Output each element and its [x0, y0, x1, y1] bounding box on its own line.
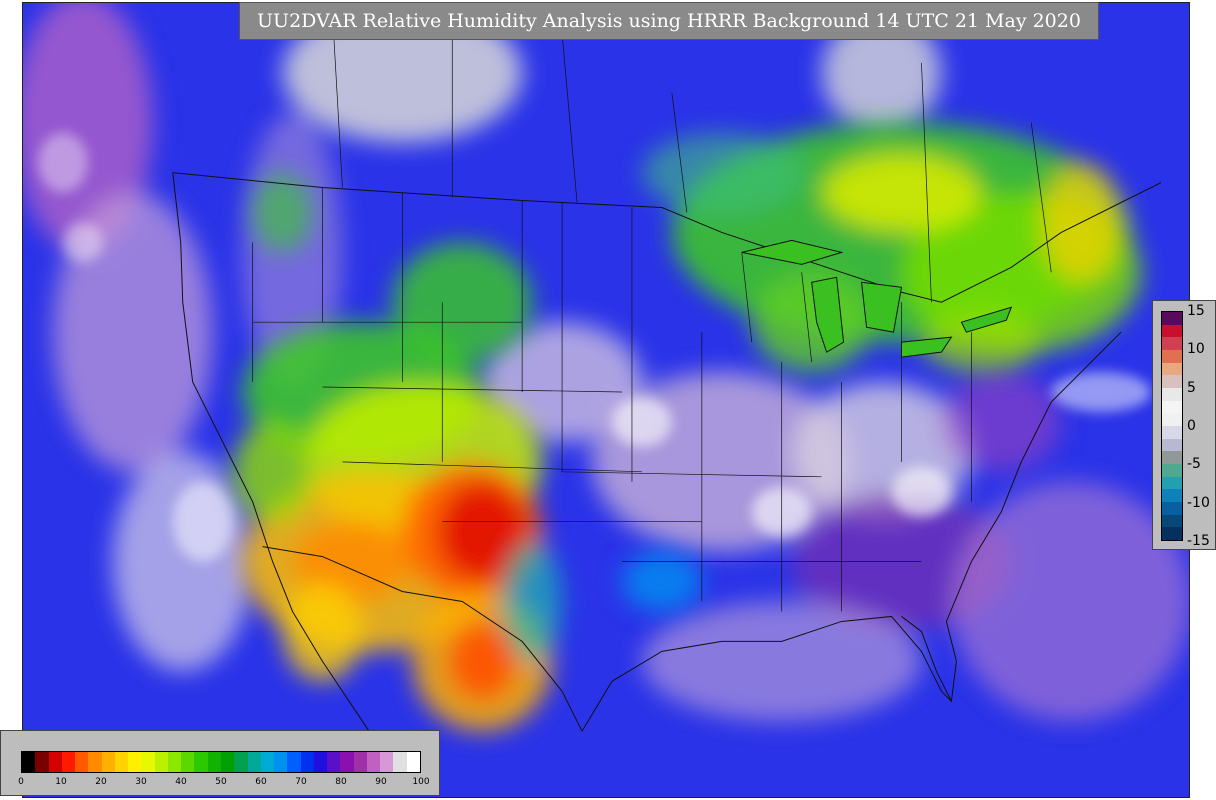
humidity-colorbar-swatch	[167, 752, 182, 772]
humidity-colorbar-swatch	[207, 752, 221, 772]
humidity-colorbar-scale	[21, 751, 421, 773]
increment-colorbar-tick: -10	[1187, 494, 1210, 511]
map-title: UU2DVAR Relative Humidity Analysis using…	[239, 2, 1099, 40]
humidity-colorbar-swatch	[141, 752, 155, 772]
humidity-map-svg	[23, 3, 1189, 797]
increment-colorbar-swatch	[1162, 362, 1182, 376]
humidity-colorbar-swatch	[220, 752, 235, 772]
increment-colorbar-swatch	[1162, 388, 1182, 401]
humidity-colorbar-swatch	[274, 752, 288, 772]
humidity-map	[22, 2, 1190, 798]
increment-colorbar-tick: 10	[1187, 341, 1205, 358]
humidity-colorbar-tick: 80	[335, 777, 347, 787]
humidity-colorbar-swatch	[287, 752, 301, 772]
humidity-colorbar-swatch	[393, 752, 407, 772]
humidity-colorbar-swatch	[260, 752, 275, 772]
increment-colorbar-swatch	[1162, 514, 1182, 528]
humidity-colorbar-swatch	[300, 752, 314, 772]
humidity-colorbar-tick: 20	[95, 777, 107, 787]
increment-colorbar-tick: 0	[1187, 418, 1196, 434]
increment-colorbar: 15 10 5 0 -5 -10 -15	[1152, 300, 1216, 550]
humidity-colorbar-swatch	[22, 752, 36, 772]
humidity-colorbar-tick: 70	[295, 777, 307, 787]
increment-colorbar-swatch	[1162, 400, 1182, 414]
humidity-colorbar-swatch	[114, 752, 129, 772]
humidity-colorbar-swatch	[327, 752, 341, 772]
humidity-colorbar-swatch	[35, 752, 49, 772]
humidity-colorbar-swatch	[313, 752, 328, 772]
increment-colorbar-tick: 15	[1187, 303, 1205, 319]
increment-colorbar-tick: -15	[1187, 533, 1210, 549]
humidity-colorbar-swatch	[154, 752, 168, 772]
humidity-colorbar-tick: 90	[375, 777, 387, 787]
humidity-colorbar-tick: 100	[412, 777, 430, 787]
increment-colorbar-swatch	[1162, 426, 1182, 439]
humidity-colorbar-tick: 50	[215, 777, 227, 787]
increment-colorbar-scale	[1161, 311, 1183, 541]
increment-colorbar-swatch	[1162, 476, 1182, 490]
humidity-colorbar-tick: 60	[255, 777, 267, 787]
increment-colorbar-swatch	[1162, 312, 1182, 325]
increment-colorbar-swatch	[1162, 324, 1182, 338]
increment-colorbar-tick: 5	[1187, 379, 1196, 396]
humidity-colorbar-swatch	[101, 752, 115, 772]
increment-colorbar-swatch	[1162, 413, 1182, 427]
humidity-field-layer	[23, 3, 1189, 797]
increment-colorbar-swatch	[1162, 451, 1182, 465]
humidity-colorbar-tick: 30	[135, 777, 147, 787]
humidity-colorbar-swatch	[181, 752, 195, 772]
humidity-colorbar-tick: 0	[18, 777, 24, 787]
humidity-colorbar-tick: 10	[55, 777, 67, 787]
humidity-colorbar-swatch	[247, 752, 261, 772]
humidity-colorbar-swatch	[380, 752, 394, 772]
increment-colorbar-swatch	[1162, 464, 1182, 477]
increment-colorbar-swatch	[1162, 375, 1182, 389]
humidity-colorbar-swatch	[61, 752, 76, 772]
humidity-colorbar-swatch	[75, 752, 89, 772]
humidity-colorbar-swatch	[88, 752, 102, 772]
humidity-colorbar: 0 10 20 30 40 50 60 70 80 90 100	[0, 730, 440, 796]
humidity-colorbar-swatch	[234, 752, 248, 772]
increment-colorbar-swatch	[1162, 527, 1182, 541]
increment-colorbar-swatch	[1162, 489, 1182, 503]
humidity-colorbar-tick: 40	[175, 777, 187, 787]
increment-colorbar-swatch	[1162, 438, 1182, 452]
increment-colorbar-tick: -5	[1187, 456, 1201, 473]
humidity-colorbar-swatch	[366, 752, 381, 772]
humidity-colorbar-swatch	[48, 752, 62, 772]
increment-colorbar-swatch	[1162, 337, 1182, 351]
humidity-colorbar-swatch	[406, 752, 420, 772]
humidity-colorbar-swatch	[128, 752, 142, 772]
humidity-colorbar-swatch	[194, 752, 208, 772]
humidity-colorbar-swatch	[353, 752, 367, 772]
increment-colorbar-swatch	[1162, 502, 1182, 515]
increment-colorbar-swatch	[1162, 350, 1182, 363]
humidity-colorbar-swatch	[340, 752, 354, 772]
